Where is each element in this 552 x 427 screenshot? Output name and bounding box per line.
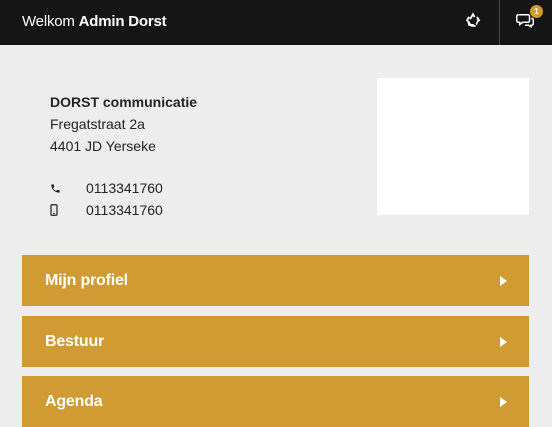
welcome-text: Welkom Admin Dorst	[22, 13, 167, 30]
top-bar: Welkom Admin Dorst 1	[0, 0, 552, 45]
contact-phones: 0113341760 0113341760	[50, 177, 163, 221]
menu-item-bestuur[interactable]: Bestuur	[22, 316, 529, 367]
recycle-icon	[464, 11, 482, 34]
menu-item-label: Mijn profiel	[45, 271, 128, 289]
welcome-user-name: Admin Dorst	[78, 13, 167, 30]
caret-right-icon	[500, 396, 507, 407]
mobile-number[interactable]: 0113341760	[86, 199, 163, 221]
street-address: Fregatstraat 2a	[50, 116, 145, 132]
welcome-prefix: Welkom	[22, 13, 75, 30]
messages-button[interactable]: 1	[499, 0, 550, 45]
profile-photo	[377, 78, 529, 215]
company-name: DORST communicatie	[50, 94, 198, 110]
menu-item-agenda[interactable]: Agenda	[22, 376, 529, 427]
notification-badge: 1	[530, 5, 543, 18]
phone-number[interactable]: 0113341760	[86, 177, 163, 199]
mobile-row: 0113341760	[50, 199, 163, 221]
caret-right-icon	[500, 275, 507, 286]
phone-icon	[50, 183, 86, 194]
contact-address: DORST communicatie Fregatstraat 2a 4401 …	[50, 91, 350, 157]
menu-item-mijn-profiel[interactable]: Mijn profiel	[22, 255, 529, 306]
mobile-icon	[50, 204, 86, 216]
recycle-button[interactable]	[448, 0, 498, 45]
city-address: 4401 JD Yerseke	[50, 138, 156, 154]
caret-right-icon	[500, 336, 507, 347]
phone-row: 0113341760	[50, 177, 163, 199]
menu-item-label: Agenda	[45, 392, 103, 410]
menu-item-label: Bestuur	[45, 332, 105, 350]
